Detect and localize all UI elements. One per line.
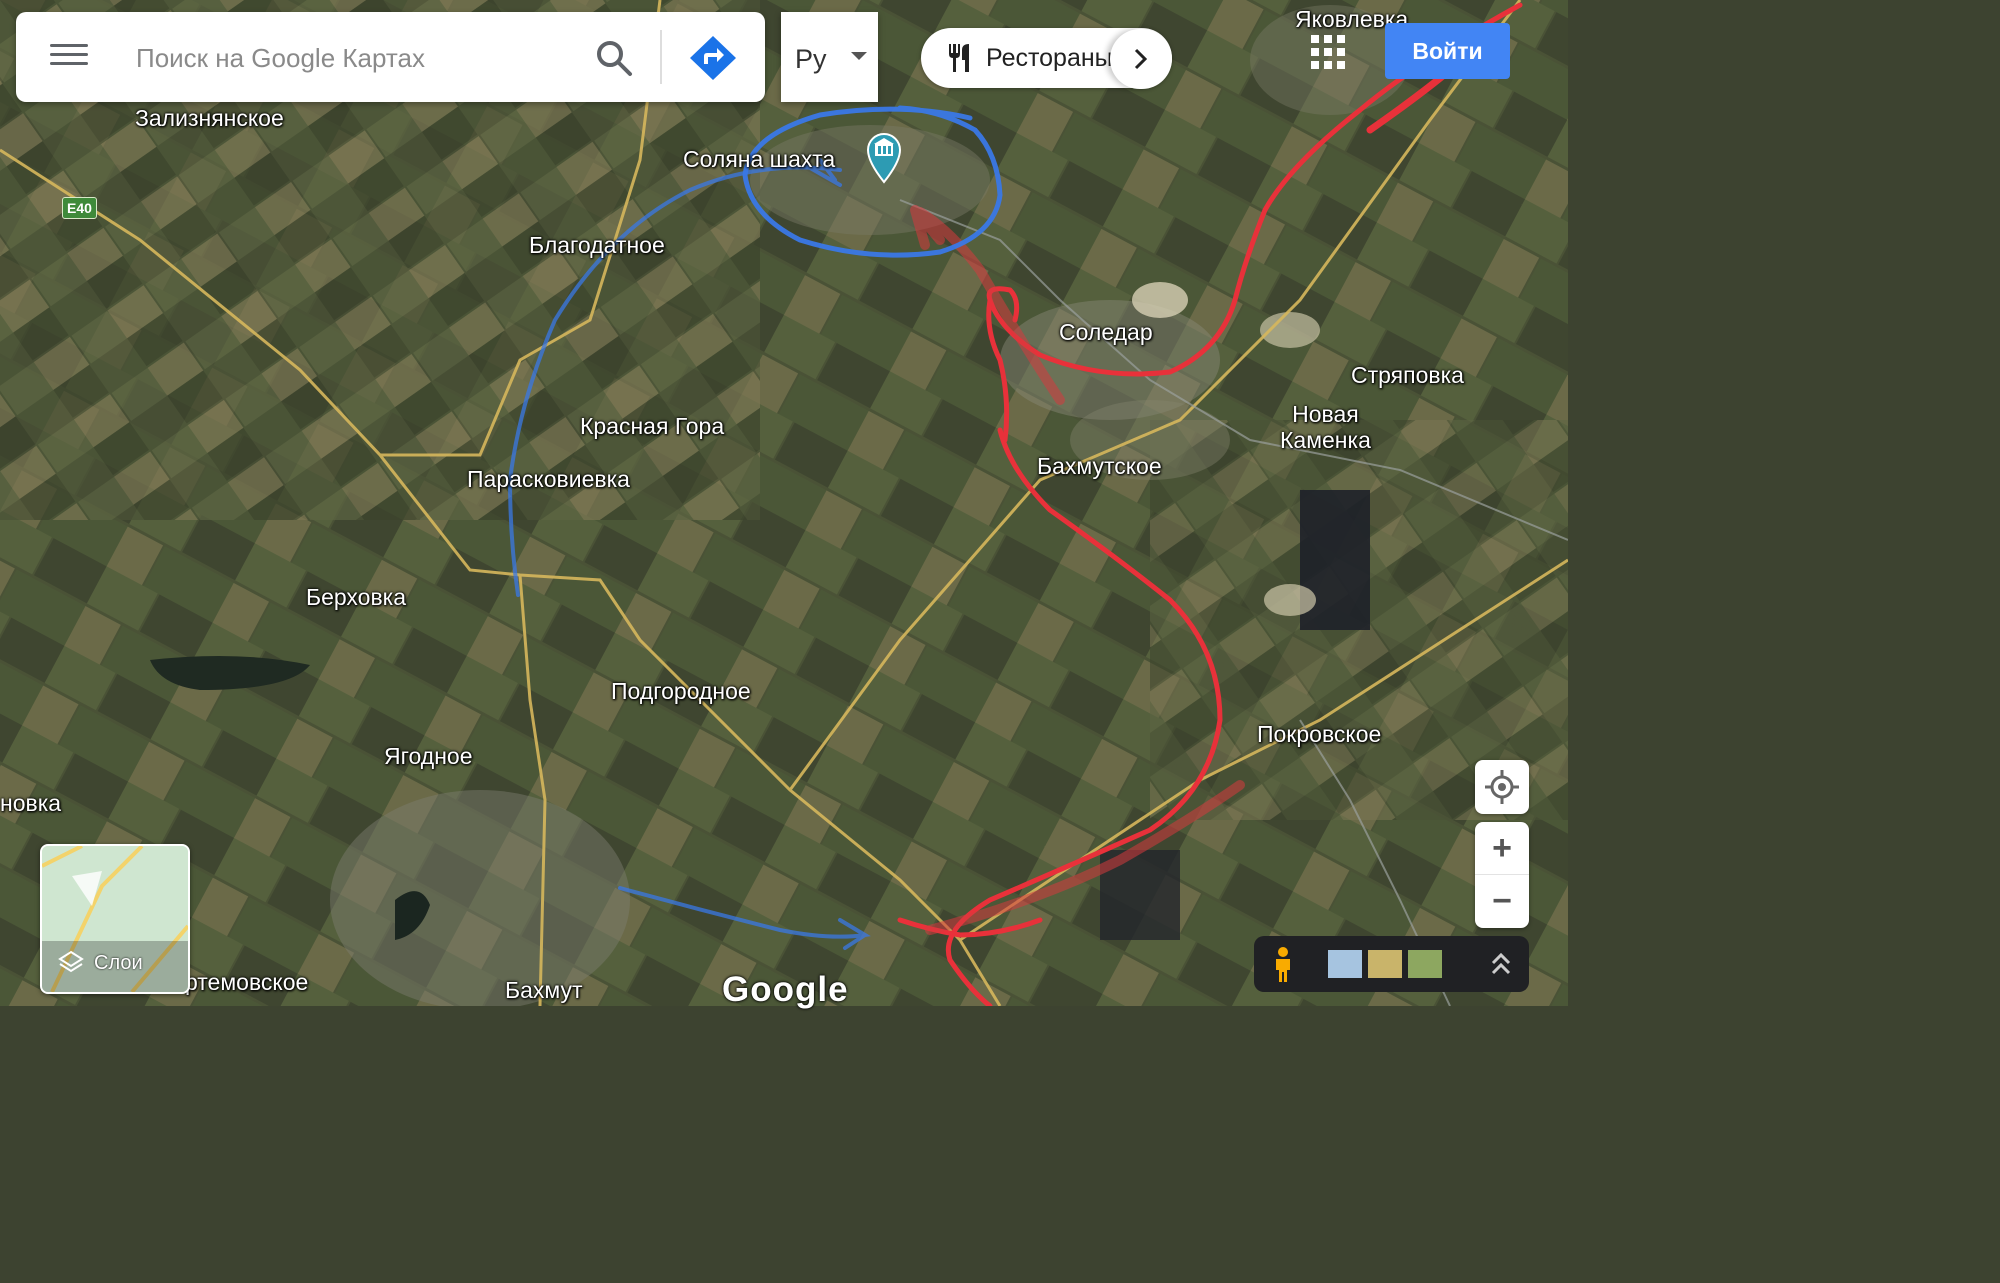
expand-up-icon[interactable] (1490, 950, 1512, 978)
place-label: Берховка (306, 584, 407, 610)
place-label: Новая Каменка (1280, 401, 1371, 453)
place-label: Соледар (1059, 319, 1153, 345)
imagery-thumbnail[interactable] (1408, 950, 1442, 978)
place-label: Благодатное (529, 232, 665, 258)
layers-icon (58, 950, 84, 973)
imagery-bar (1254, 936, 1529, 992)
museum-marker-icon[interactable] (864, 132, 904, 184)
language-selector[interactable]: Ру (781, 12, 878, 102)
layers-button[interactable]: Слои (40, 844, 190, 994)
google-logo: Google (722, 970, 849, 1009)
search-input[interactable] (134, 34, 568, 82)
restaurant-icon (949, 44, 969, 72)
language-label: Ру (795, 44, 827, 74)
directions-icon[interactable] (688, 34, 738, 82)
chip-label: Рестораны (986, 44, 1113, 72)
place-label: новка (0, 790, 62, 816)
search-box (16, 12, 765, 102)
place-label: Покровское (1257, 721, 1382, 747)
place-label: Соляна шахта (683, 146, 836, 172)
place-label: Стряповка (1351, 362, 1464, 388)
place-label: Парасковиевка (467, 466, 630, 492)
search-icon[interactable] (594, 38, 634, 78)
imagery-thumbnail[interactable] (1328, 950, 1362, 978)
sign-in-button[interactable]: Войти (1385, 23, 1510, 79)
place-label: Бахмут (505, 977, 583, 1003)
chevron-down-icon (851, 52, 867, 60)
place-label: Бахмутское (1037, 453, 1162, 479)
chip-scroll-next-button[interactable] (1110, 29, 1172, 89)
pegman-icon[interactable] (1270, 946, 1296, 984)
road-shield-e40: E40 (62, 197, 97, 219)
imagery-thumbnail[interactable] (1368, 950, 1402, 978)
zoom-out-button[interactable]: − (1475, 875, 1529, 927)
place-label: Ягодное (384, 743, 473, 769)
chevron-right-icon (1134, 48, 1148, 70)
my-location-button[interactable] (1475, 760, 1529, 814)
divider (660, 30, 662, 84)
menu-icon[interactable] (50, 38, 88, 76)
place-label: Красная Гора (580, 413, 725, 439)
zoom-controls: + − (1475, 822, 1529, 928)
place-label: Подгородное (611, 678, 751, 704)
place-label: ртемовское (185, 969, 309, 995)
apps-grid-icon[interactable] (1311, 35, 1345, 69)
zoom-in-button[interactable]: + (1475, 822, 1529, 875)
my-location-icon (1485, 770, 1519, 804)
layers-label: Слои (94, 952, 143, 974)
place-label: Зализнянское (135, 105, 284, 131)
